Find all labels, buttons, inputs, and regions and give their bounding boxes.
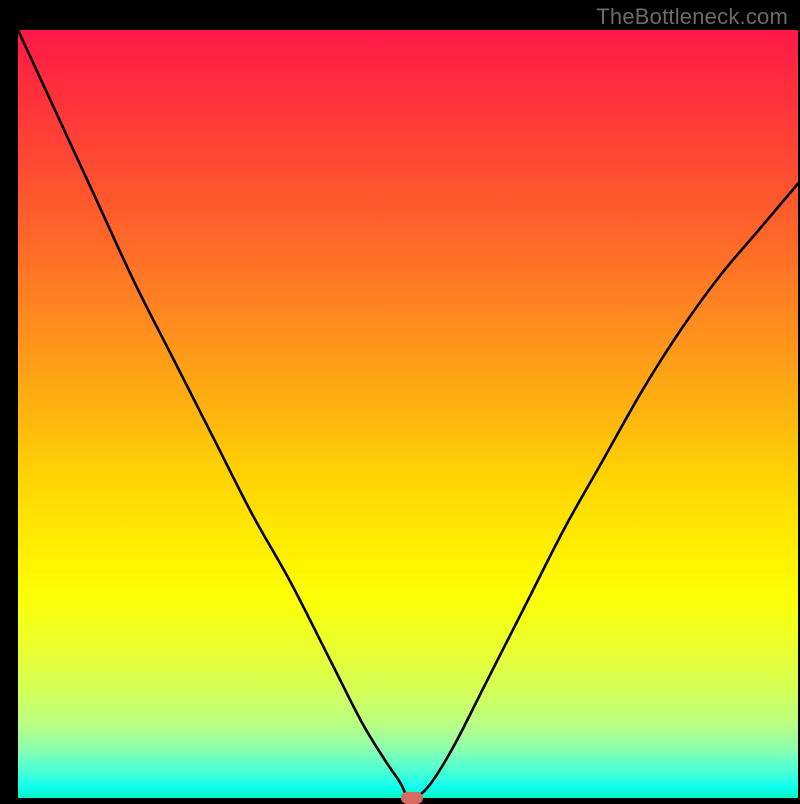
bottleneck-curve-path (18, 30, 798, 798)
watermark-text: TheBottleneck.com (596, 4, 788, 30)
chart-curve-svg (18, 30, 798, 798)
optimal-point-marker (401, 792, 423, 804)
chart-area (18, 30, 798, 798)
